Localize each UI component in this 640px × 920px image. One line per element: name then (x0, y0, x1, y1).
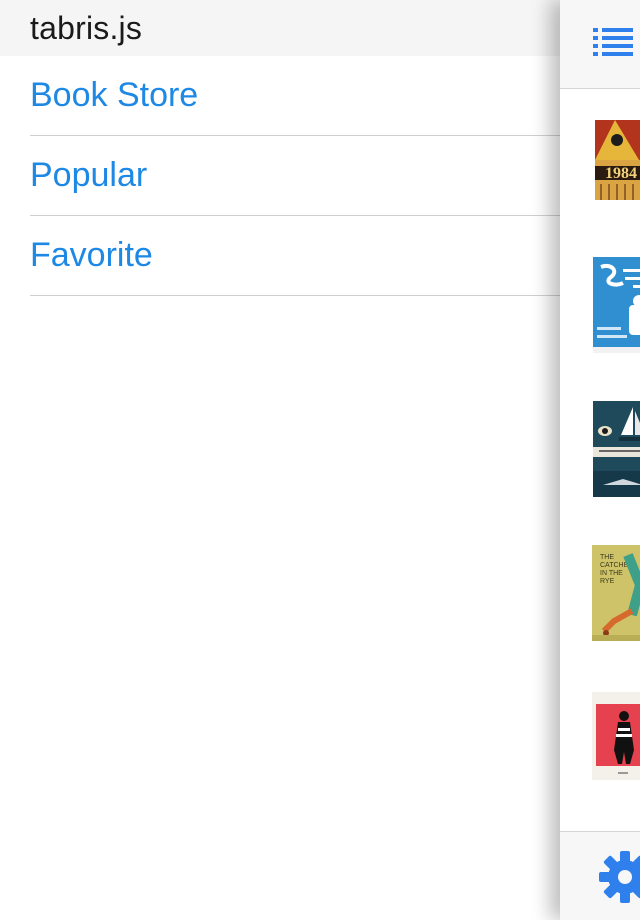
navigation-drawer: tabris.js Book Store Popular Favorite (0, 0, 640, 920)
book-cover-1984[interactable]: 1984 (595, 120, 640, 200)
menu-item-favorite[interactable]: Favorite (30, 216, 640, 296)
page-footer (560, 831, 640, 920)
svg-text:THE: THE (600, 554, 614, 561)
book-cover-5[interactable] (592, 692, 640, 780)
book-list: 1984 THE CATCHER IN THE RYE (560, 89, 640, 831)
gear-icon[interactable] (598, 850, 640, 909)
book-cover-2[interactable] (593, 257, 640, 353)
book-cover-text: 1984 (605, 165, 637, 182)
drawer-header: tabris.js (0, 0, 640, 56)
menu-item-popular[interactable]: Popular (30, 136, 640, 216)
svg-text:RYE: RYE (600, 578, 615, 585)
book-list-page: 1984 THE CATCHER IN THE RYE (560, 0, 640, 920)
book-cover-catcher-in-the-rye[interactable]: THE CATCHER IN THE RYE (592, 545, 640, 641)
app-root: tabris.js Book Store Popular Favorite 19… (0, 0, 640, 920)
drawer-title: tabris.js (30, 9, 143, 46)
page-toolbar (560, 0, 640, 89)
svg-text:IN THE: IN THE (600, 570, 623, 577)
book-cover-3[interactable] (593, 401, 640, 497)
drawer-menu: Book Store Popular Favorite (30, 56, 640, 296)
menu-item-book-store[interactable]: Book Store (30, 56, 640, 136)
list-icon[interactable] (593, 26, 633, 63)
